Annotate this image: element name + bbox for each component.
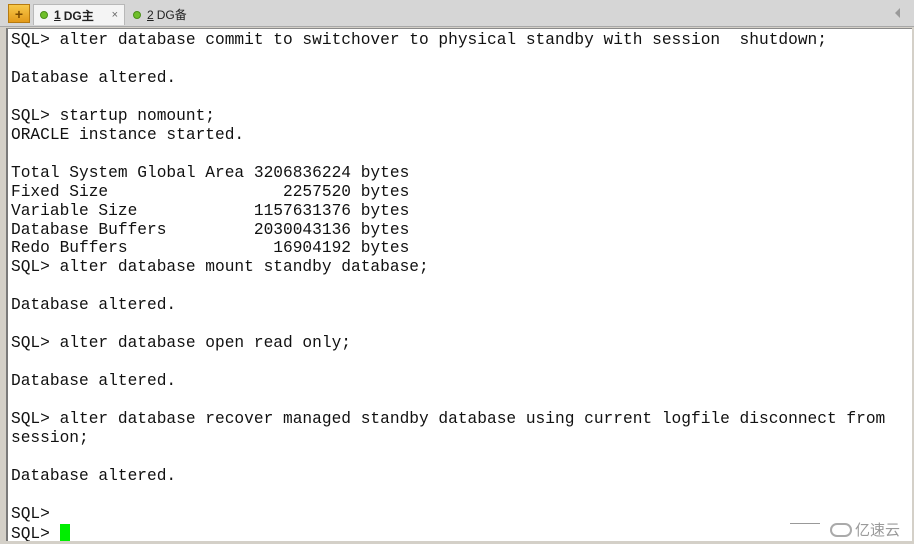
terminal-prompt: SQL>: [11, 524, 60, 541]
terminal-line: SQL>: [11, 504, 50, 523]
terminal-line: SQL> alter database open read only;: [11, 334, 351, 353]
terminal-line: Database altered.: [11, 466, 177, 485]
tab-number: 1: [54, 8, 61, 22]
terminal-line: Fixed Size 2257520 bytes: [11, 182, 410, 201]
connected-status-icon: [133, 10, 141, 19]
scroll-tabs-left-icon[interactable]: [895, 8, 900, 18]
terminal-line: session;: [11, 429, 89, 448]
connected-status-icon: [40, 11, 48, 19]
terminal-line: ORACLE instance started.: [11, 125, 245, 144]
text-cursor: [59, 523, 70, 541]
watermark: 亿速云: [829, 519, 900, 540]
terminal-line: SQL> alter database recover managed stan…: [11, 410, 886, 429]
plus-icon: +: [14, 5, 24, 22]
terminal-output[interactable]: SQL> alter database commit to switchover…: [6, 28, 912, 541]
tab-dg-primary[interactable]: 1 DG主 ×: [33, 4, 125, 25]
watermark-text: 亿速云: [854, 522, 900, 539]
cloud-logo-icon: [829, 522, 852, 537]
terminal-line: Database altered.: [11, 68, 177, 87]
tab-number: 2: [147, 7, 154, 22]
terminal-line: Redo Buffers 16904192 bytes: [11, 239, 410, 258]
terminal-line: Total System Global Area 3206836224 byte…: [11, 163, 410, 182]
tab-bar: + 1 DG主 × 2 DG备: [0, 0, 914, 27]
terminal-line: SQL> startup nomount;: [11, 106, 215, 125]
new-tab-button[interactable]: +: [8, 4, 30, 23]
divider: [790, 523, 820, 524]
terminal-text: SQL> alter database commit to switchover…: [8, 29, 912, 541]
terminal-line: Database altered.: [11, 372, 177, 391]
terminal-line: Database altered.: [11, 296, 177, 315]
tab-label: DG主: [63, 8, 94, 23]
tab-dg-standby[interactable]: 2 DG备: [127, 4, 207, 25]
tab-label: DG备: [156, 8, 187, 22]
terminal-line: SQL> alter database commit to switchover…: [11, 31, 827, 49]
terminal-line: Variable Size 1157631376 bytes: [11, 201, 410, 220]
terminal-line: SQL> alter database mount standby databa…: [11, 258, 429, 277]
terminal-line: Database Buffers 2030043136 bytes: [11, 220, 410, 239]
close-tab-icon[interactable]: ×: [112, 9, 118, 21]
